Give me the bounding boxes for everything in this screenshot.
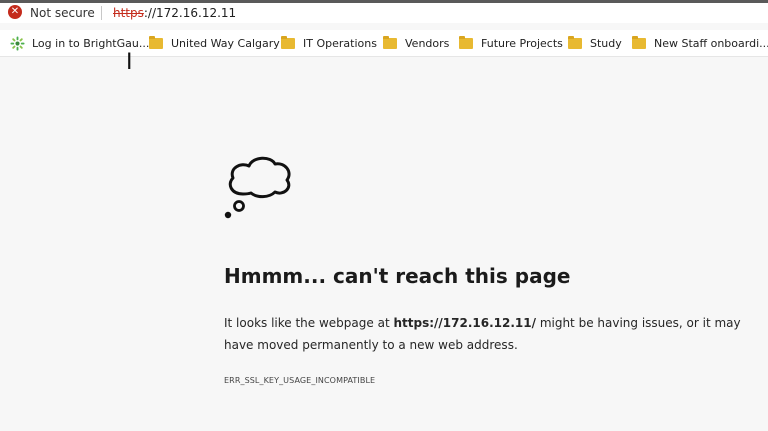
thought-cloud-icon <box>224 156 291 219</box>
bookmark-label: IT Operations <box>303 36 377 50</box>
bookmark-folder-future-projects[interactable]: Future Projects <box>459 34 563 52</box>
url-host: ://172.16.12.11 <box>143 6 237 20</box>
error-code: ERR_SSL_KEY_USAGE_INCOMPATIBLE <box>224 376 376 385</box>
bookmark-label: Vendors <box>405 36 450 50</box>
url-text[interactable]: https://172.16.12.11 <box>113 5 236 21</box>
not-secure-icon[interactable]: ✕ <box>8 5 22 19</box>
folder-icon <box>632 35 646 49</box>
url-scheme: https <box>113 6 144 20</box>
desc-url: https://172.16.12.11/ <box>393 316 536 330</box>
bookmark-label: New Staff onboardi... <box>654 36 768 50</box>
security-label[interactable]: Not secure <box>30 5 95 21</box>
bookmark-folder-vendors[interactable]: Vendors <box>383 34 449 52</box>
brightgauge-logo-icon <box>10 35 25 51</box>
error-page: Hmmm... can't reach this page It looks l… <box>0 58 768 431</box>
bookmark-folder-new-staff[interactable]: New Staff onboardi... <box>632 34 768 52</box>
address-separator <box>101 6 102 20</box>
bookmark-label: Log in to BrightGau... <box>32 36 150 50</box>
bookmark-label: Future Projects <box>481 36 563 50</box>
folder-icon <box>459 35 473 49</box>
folder-icon <box>383 35 397 49</box>
desc-text-before: It looks like the webpage at <box>224 316 394 330</box>
bookmark-label: United Way Calgary <box>171 36 280 50</box>
bookmark-folder-united-way[interactable]: United Way Calgary <box>149 34 280 52</box>
bookmark-folder-study[interactable]: Study <box>568 34 622 52</box>
folder-icon <box>568 35 582 49</box>
address-bar[interactable]: ✕ Not secure https://172.16.12.11 <box>0 3 768 23</box>
bookmarks-bar: Log in to BrightGau... United Way Calgar… <box>0 30 768 57</box>
error-description: It looks like the webpage at https://172… <box>224 312 744 356</box>
folder-icon <box>281 35 295 49</box>
error-title: Hmmm... can't reach this page <box>224 264 571 288</box>
folder-icon <box>149 35 163 49</box>
bookmark-folder-it-operations[interactable]: IT Operations <box>281 34 377 52</box>
bookmark-label: Study <box>590 36 622 50</box>
